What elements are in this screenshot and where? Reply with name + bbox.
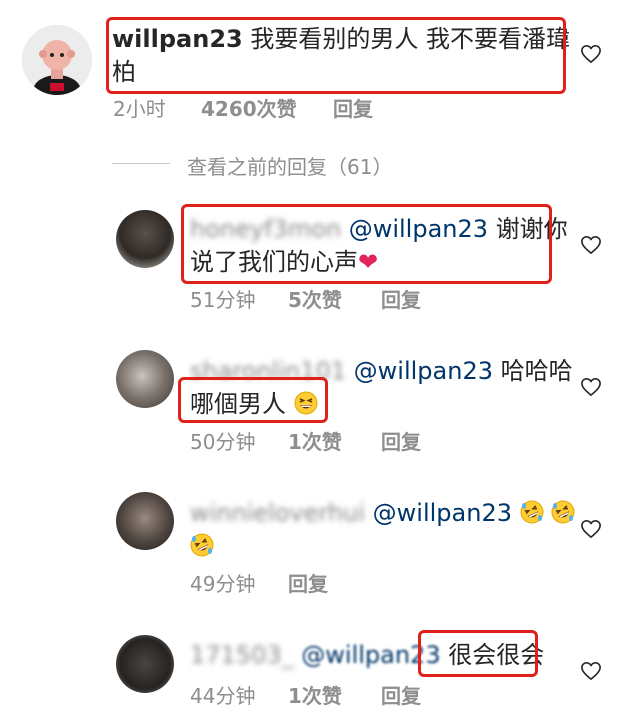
rofl-icon: [190, 533, 214, 557]
view-previous-replies[interactable]: 查看之前的回复（61）: [187, 151, 392, 180]
highlight-box: [178, 377, 328, 423]
reply-likes[interactable]: 1次赞: [288, 680, 342, 709]
reply-button[interactable]: 回复: [381, 426, 421, 455]
reply-body-line1: 哈哈哈: [500, 357, 573, 385]
like-icon[interactable]: [580, 44, 602, 64]
avatar[interactable]: [22, 25, 92, 95]
reply-likes[interactable]: 5次赞: [288, 284, 342, 313]
reply-time: 51分钟: [190, 288, 256, 312]
comment-time: 2小时: [113, 97, 166, 121]
highlight-box: [106, 17, 566, 94]
reply-username[interactable]: winnieloverhui: [190, 499, 365, 527]
highlight-box: [181, 204, 552, 284]
rofl-icon: [520, 500, 544, 524]
reply-text: winnieloverhui @willpan23: [190, 496, 575, 530]
reply-body-line2: [190, 529, 214, 563]
mention-link[interactable]: @willpan23: [373, 499, 512, 527]
comment-likes[interactable]: 4260次赞: [201, 93, 297, 122]
rofl-icon: [551, 500, 575, 524]
avatar[interactable]: [116, 350, 174, 408]
mention-link[interactable]: @willpan23: [354, 357, 493, 385]
highlight-box: [418, 630, 538, 677]
reply-button[interactable]: 回复: [381, 284, 421, 313]
like-icon[interactable]: [580, 235, 602, 255]
like-icon[interactable]: [580, 519, 602, 539]
reply-button[interactable]: 回复: [288, 568, 328, 597]
avatar[interactable]: [116, 210, 174, 268]
reply-button[interactable]: 回复: [381, 680, 421, 709]
reply-time: 50分钟: [190, 430, 256, 454]
like-icon[interactable]: [580, 661, 602, 681]
reply-likes[interactable]: 1次赞: [288, 426, 342, 455]
avatar[interactable]: [116, 492, 174, 550]
divider-line: [112, 163, 170, 164]
like-icon[interactable]: [580, 377, 602, 397]
avatar[interactable]: [116, 635, 174, 693]
reply-time: 44分钟: [190, 684, 256, 708]
reply-button[interactable]: 回复: [333, 93, 373, 122]
reply-username[interactable]: 171503_: [190, 641, 294, 669]
reply-time: 49分钟: [190, 572, 256, 596]
